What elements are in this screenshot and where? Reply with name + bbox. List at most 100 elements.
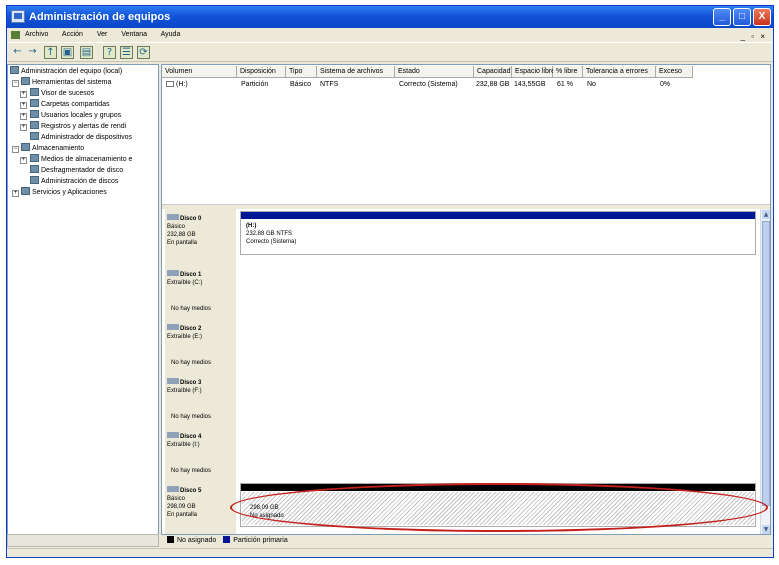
disk-row[interactable]: Disco 2 Extraíble (E:) No hay medios <box>162 319 758 373</box>
expand-shared-folders[interactable]: + <box>20 102 27 109</box>
column-header-type[interactable]: Tipo <box>286 66 317 78</box>
volume-cell[interactable]: (H:) <box>166 80 188 90</box>
menu-accion[interactable]: Acción <box>62 31 83 38</box>
disk-row[interactable]: Disco 0 Básico 232,88 GB En pantalla (H:) 2… <box>162 209 758 265</box>
column-header-fault-tolerance[interactable]: Tolerancia a errores <box>583 66 656 78</box>
tree-root[interactable]: Administración del equipo (local) <box>10 66 122 77</box>
column-header-layout[interactable]: Disposición <box>237 66 286 78</box>
show-hide-tree-icon[interactable]: ▣ <box>61 46 74 59</box>
console-tree[interactable]: Administración del equipo (local) − Herr… <box>7 64 159 535</box>
scroll-down-arrow[interactable]: ▼ <box>762 525 770 534</box>
menu-archivo[interactable]: Archivo <box>25 31 48 38</box>
column-header-free-space[interactable]: Espacio libre <box>512 66 555 78</box>
tree-disk-management[interactable]: Administración de discos <box>30 176 118 187</box>
properties-icon[interactable]: ☰ <box>120 46 133 59</box>
menu-ventana[interactable]: Ventana <box>121 31 147 38</box>
menu-ayuda[interactable]: Ayuda <box>161 31 181 38</box>
layout-cell: Partición <box>241 81 269 88</box>
tree-storage[interactable]: Almacenamiento <box>21 143 84 154</box>
disk-management-pane: Volumen Disposición Tipo Sistema de arch… <box>161 64 771 535</box>
export-icon[interactable]: ▤ <box>80 46 93 59</box>
disk-management-icon <box>30 176 39 184</box>
disk-vertical-scrollbar[interactable]: ▲ ▼ <box>760 209 770 534</box>
column-header-volume[interactable]: Volumen <box>162 66 237 78</box>
legend-primary: Partición primaria <box>233 537 288 544</box>
window-title: Administración de equipos <box>29 11 171 23</box>
title-bar[interactable]: Administración de equipos _ □ X <box>7 6 773 28</box>
back-icon[interactable]: ← <box>11 46 24 59</box>
filesystem-cell: NTFS <box>320 81 339 88</box>
expand-services[interactable]: + <box>12 190 19 197</box>
tree-system-tools[interactable]: Herramientas del sistema <box>21 77 111 88</box>
refresh-icon[interactable]: ⟳ <box>137 46 150 59</box>
column-header-filesystem[interactable]: Sistema de archivos <box>317 66 395 78</box>
expand-event-viewer[interactable]: + <box>20 91 27 98</box>
console-menu-icon[interactable] <box>11 31 20 39</box>
performance-icon <box>30 121 39 129</box>
help-icon[interactable]: ? <box>103 46 116 59</box>
overhead-cell: 0% <box>660 81 671 88</box>
tree-horizontal-scrollbar[interactable] <box>7 534 159 547</box>
tree-perf-logs[interactable]: Registros y alertas de rendi <box>30 121 126 132</box>
column-header-overhead[interactable]: Exceso <box>656 66 693 78</box>
tree-defrag[interactable]: Desfragmentador de disco <box>30 165 123 176</box>
disk-4-label[interactable]: Disco 4 Extraíble (I:) No hay medios <box>165 427 236 481</box>
menu-ver[interactable]: Ver <box>97 31 108 38</box>
fault-tolerance-cell: No <box>587 81 596 88</box>
computer-management-icon <box>11 10 25 23</box>
column-header-percent-free[interactable]: % libre <box>553 66 583 78</box>
tree-shared-folders[interactable]: Carpetas compartidas <box>30 99 109 110</box>
scroll-up-arrow[interactable]: ▲ <box>762 210 770 219</box>
disk-icon <box>167 486 179 492</box>
disk-0-label[interactable]: Disco 0 Básico 232,88 GB En pantalla <box>165 209 236 265</box>
defrag-icon <box>30 165 39 173</box>
disk-row[interactable]: Disco 4 Extraíble (I:) No hay medios <box>162 427 758 481</box>
unallocated-swatch <box>167 536 174 543</box>
expand-perf-logs[interactable]: + <box>20 124 27 131</box>
disk-0-partition[interactable]: (H:) 232,88 GB NTFS Correcto (Sistema) <box>240 211 756 255</box>
computer-management-window: Administración de equipos _ □ X Archivo … <box>6 5 774 558</box>
device-manager-icon <box>30 132 39 140</box>
legend-bar: No asignado Partición primaria <box>167 534 771 547</box>
column-header-status[interactable]: Estado <box>395 66 474 78</box>
tree-removable-storage[interactable]: Medios de almacenamiento e <box>30 154 132 165</box>
removable-disk-icon <box>167 270 179 276</box>
tools-icon <box>21 77 30 85</box>
column-header-capacity[interactable]: Capacidad <box>474 66 512 78</box>
tree-device-manager[interactable]: Administrador de dispositivos <box>30 132 132 143</box>
tree-local-users[interactable]: Usuarios locales y grupos <box>30 110 121 121</box>
collapse-system-tools[interactable]: − <box>12 80 19 87</box>
type-cell: Básico <box>290 81 312 88</box>
minimize-button[interactable]: _ <box>713 8 731 26</box>
expand-local-users[interactable]: + <box>20 113 27 120</box>
collapse-storage[interactable]: − <box>12 146 19 153</box>
highlight-annotation <box>230 483 768 532</box>
users-icon <box>30 110 39 118</box>
disk-1-label[interactable]: Disco 1 Extraíble (C:) No hay medios <box>165 265 236 319</box>
scroll-thumb[interactable] <box>762 221 770 506</box>
event-viewer-icon <box>30 88 39 96</box>
primary-partition-bar <box>241 212 755 219</box>
disk-row[interactable]: Disco 3 Extraíble (F:) No hay medios <box>162 373 758 427</box>
disk-row[interactable]: Disco 1 Extraíble (C:) No hay medios <box>162 265 758 319</box>
percent-free-cell: 61 % <box>557 81 573 88</box>
disk-3-label[interactable]: Disco 3 Extraíble (F:) No hay medios <box>165 373 236 427</box>
legend-unallocated: No asignado <box>177 537 217 544</box>
tree-services[interactable]: Servicios y Aplicaciones <box>21 187 107 198</box>
close-button[interactable]: X <box>753 8 771 26</box>
drive-icon <box>166 81 174 87</box>
tree-event-viewer[interactable]: Visor de sucesos <box>30 88 94 99</box>
folder-icon <box>30 99 39 107</box>
maximize-button[interactable]: □ <box>733 8 751 26</box>
disk-5-label[interactable]: Disco 5 Básico 298,09 GB En pantalla <box>165 481 236 534</box>
disk-icon <box>167 214 179 220</box>
up-icon[interactable]: ↑ <box>44 46 57 59</box>
forward-icon[interactable]: → <box>26 46 39 59</box>
removable-disk-icon <box>167 378 179 384</box>
computer-icon <box>10 66 19 74</box>
services-icon <box>21 187 30 195</box>
toolbar: ← → ↑ ▣ ▤ ? ☰ ⟳ <box>7 42 773 62</box>
free-space-cell: 143,55GB <box>514 81 546 88</box>
expand-removable-storage[interactable]: + <box>20 157 27 164</box>
disk-2-label[interactable]: Disco 2 Extraíble (E:) No hay medios <box>165 319 236 373</box>
